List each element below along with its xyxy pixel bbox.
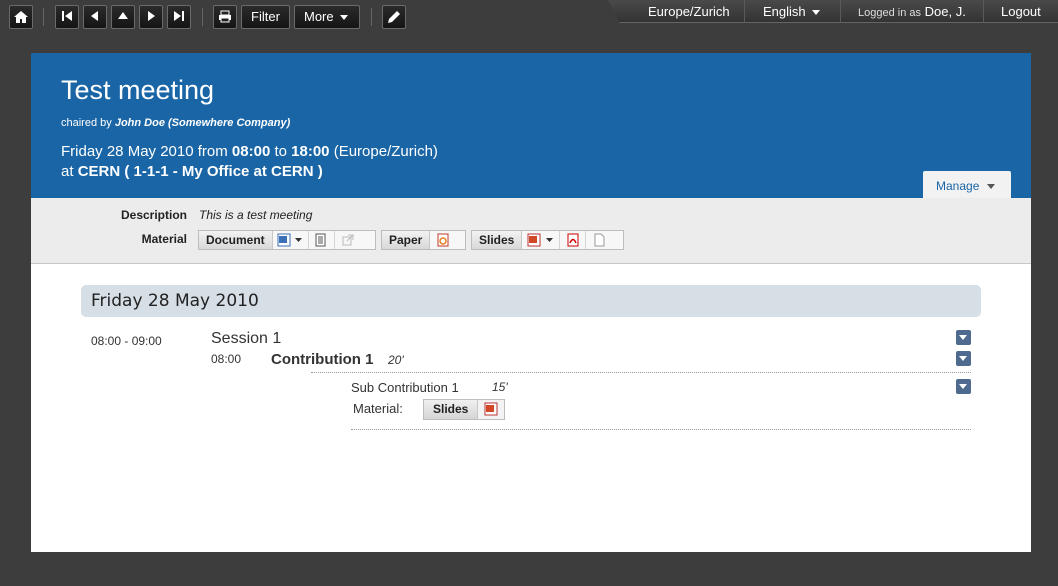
page-title: Test meeting	[61, 75, 215, 105]
powerpoint-icon	[484, 402, 498, 416]
blank-file-icon	[594, 233, 605, 247]
home-button[interactable]	[9, 5, 33, 29]
language-label: English	[763, 4, 806, 19]
chevron-down-icon	[987, 184, 996, 190]
material-label: Material	[141, 232, 187, 246]
logout-link[interactable]: Logout	[1001, 0, 1041, 23]
manage-label: Manage	[936, 179, 980, 193]
separator	[351, 429, 971, 430]
event-card: Test meeting chaired by John Doe (Somewh…	[31, 53, 1031, 552]
toolbar-divider	[202, 8, 203, 26]
home-icon	[14, 11, 28, 23]
day-header: Friday 28 May 2010	[81, 285, 981, 317]
at-word: at	[61, 163, 74, 180]
more-menu-button[interactable]: More	[294, 5, 360, 29]
logged-in-prefix: Logged in as	[858, 7, 921, 19]
chevron-down-icon	[811, 10, 820, 16]
document-material-button[interactable]: Document	[199, 231, 273, 249]
separator	[311, 372, 971, 373]
description-text: This is a test meeting	[199, 208, 313, 222]
powerpoint-file-button[interactable]	[478, 400, 504, 419]
manage-menu-button[interactable]: Manage	[923, 171, 1011, 198]
previous-event-button[interactable]	[83, 5, 107, 29]
session-menu-button[interactable]	[956, 330, 971, 345]
external-link-icon	[342, 234, 354, 246]
session-title[interactable]: Session 1	[211, 330, 281, 348]
more-label: More	[304, 9, 334, 24]
printer-icon	[219, 10, 231, 23]
contribution-duration: 20'	[388, 353, 404, 367]
material-slides: Slides	[471, 230, 624, 250]
event-end: 18:00	[291, 143, 330, 160]
external-link-button[interactable]	[335, 231, 361, 249]
event-info-bar: Description This is a test meeting Mater…	[31, 198, 1031, 264]
word-doc-icon	[277, 233, 303, 247]
document-stack-icon	[315, 233, 326, 247]
paper-material-button[interactable]: Paper	[382, 231, 431, 249]
user-name: Doe, J.	[924, 4, 966, 19]
slides-material-button[interactable]: Slides	[472, 231, 523, 249]
contribution-title[interactable]: Contribution 1	[271, 351, 373, 368]
pdf-file-button[interactable]	[560, 231, 587, 249]
material-paper: Paper	[381, 230, 466, 250]
arrow-up-icon	[118, 12, 128, 19]
print-button[interactable]	[213, 5, 237, 29]
toolbar-divider	[43, 8, 44, 26]
sub-material-label: Material:	[353, 401, 403, 416]
user-bar-divider	[744, 0, 745, 23]
to-word: to	[274, 143, 287, 160]
event-date: Friday 28 May 2010 from	[61, 143, 228, 160]
session-time: 08:00 - 09:00	[91, 334, 162, 348]
edit-button[interactable]	[382, 5, 406, 29]
language-selector[interactable]: English	[763, 0, 820, 23]
powerpoint-file-button[interactable]	[522, 231, 561, 249]
material-document: Document	[198, 230, 376, 250]
pdf-paper-icon	[437, 233, 449, 247]
next-event-button[interactable]	[139, 5, 163, 29]
chair-line: chaired by John Doe (Somewhere Company)	[61, 117, 290, 129]
arrow-right-icon	[148, 11, 155, 21]
event-start: 08:00	[231, 143, 271, 160]
subcontribution-title[interactable]: Sub Contribution 1	[351, 380, 459, 395]
last-event-button[interactable]	[167, 5, 191, 29]
filter-button[interactable]: Filter	[241, 5, 290, 29]
event-timezone: (Europe/Zurich)	[333, 143, 438, 160]
generic-file-button[interactable]	[586, 231, 612, 249]
user-menu[interactable]: Logged in as Doe, J.	[858, 0, 966, 23]
skip-first-icon	[62, 11, 72, 21]
chevron-down-icon	[339, 15, 348, 21]
timezone-selector[interactable]: Europe/Zurich	[648, 0, 730, 23]
event-location: CERN ( 1-1-1 - My Office at CERN )	[77, 163, 323, 180]
user-bar-divider	[983, 0, 984, 23]
skip-last-icon	[174, 11, 184, 21]
pdf-icon	[567, 233, 579, 247]
event-date-line: Friday 28 May 2010 from 08:00 to 18:00 (…	[61, 143, 438, 160]
arrow-left-icon	[91, 11, 98, 21]
chair-name: John Doe (Somewhere Company)	[114, 117, 291, 129]
document-file-button[interactable]	[309, 231, 335, 249]
chaired-prefix: chaired by	[61, 117, 112, 129]
slides-material-button[interactable]: Slides	[424, 400, 479, 419]
subcontribution-menu-button[interactable]	[956, 379, 971, 394]
contribution-menu-button[interactable]	[956, 351, 971, 366]
event-location-line: at CERN ( 1-1-1 - My Office at CERN )	[61, 163, 323, 180]
sub-material-slides: Slides	[423, 399, 506, 420]
subcontribution-duration: 15'	[492, 380, 508, 394]
up-category-button[interactable]	[111, 5, 135, 29]
description-label: Description	[120, 208, 187, 222]
powerpoint-icon	[527, 233, 553, 247]
user-bar: Europe/Zurich English Logged in as Doe, …	[608, 0, 1058, 23]
toolbar-divider	[371, 8, 372, 26]
user-bar-divider	[840, 0, 841, 23]
first-event-button[interactable]	[55, 5, 79, 29]
paper-file-button[interactable]	[430, 231, 456, 249]
event-header: Test meeting chaired by John Doe (Somewh…	[31, 53, 1031, 198]
word-file-button[interactable]	[273, 231, 309, 249]
contribution-time: 08:00	[211, 352, 242, 366]
pencil-icon	[388, 11, 400, 23]
